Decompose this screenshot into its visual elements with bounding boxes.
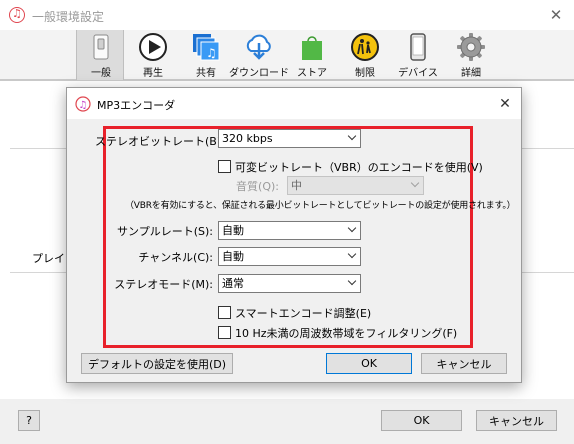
svg-text:♫: ♫: [79, 100, 88, 111]
svg-text:♫: ♫: [206, 46, 217, 60]
advanced-gear-icon: [457, 33, 485, 61]
chevron-down-icon: [347, 249, 357, 259]
use-default-settings-button[interactable]: デフォルトの設定を使用(D): [81, 353, 233, 374]
quality-select[interactable]: 中: [287, 176, 424, 195]
main-window-title: 一般環境設定: [32, 10, 105, 24]
sharing-icon: ♫: [193, 34, 220, 61]
preferences-toolbar: 一般 再生 ♫ 共有 ダウンロード ストア 制限 デバイス 詳細: [0, 30, 574, 80]
channel-select[interactable]: 自動: [218, 247, 361, 266]
chevron-down-icon: [347, 276, 357, 286]
vbr-note: （VBRを有効にすると、保証される最小ビットレートとしてビットレートの設定が使用…: [125, 201, 516, 211]
dialog-cancel-button[interactable]: キャンセル: [421, 353, 507, 374]
quality-value: 中: [291, 179, 302, 192]
channel-label: チャンネル(C):: [138, 251, 213, 264]
quality-label: 音質(Q):: [236, 180, 279, 193]
chevron-down-icon: [410, 178, 420, 188]
smart-encode-checkbox[interactable]: [218, 306, 231, 319]
main-window-titlebar: 一般環境設定 ✕: [0, 0, 574, 30]
itunes-app-icon: [9, 7, 25, 23]
vbr-checkbox[interactable]: [218, 160, 231, 173]
toolbar-tab-devices[interactable]: デバイス: [394, 30, 442, 80]
sample-rate-select[interactable]: 自動: [218, 221, 361, 240]
toolbar-label-advanced: 詳細: [461, 68, 481, 79]
store-bag-icon: [302, 36, 322, 60]
toolbar-tab-advanced[interactable]: 詳細: [447, 30, 495, 80]
stereo-mode-value: 通常: [222, 277, 244, 290]
download-cloud-icon: [246, 34, 271, 60]
toolbar-tab-sharing[interactable]: ♫ 共有: [182, 30, 230, 80]
dialog-ok-button[interactable]: OK: [326, 353, 412, 374]
stereo-bitrate-select[interactable]: 320 kbps: [218, 129, 361, 148]
dialog-close-button[interactable]: ✕: [495, 94, 515, 114]
sample-rate-label: サンプルレート(S):: [117, 225, 213, 238]
parental-restrictions-icon: [351, 33, 379, 61]
toolbar-tab-store[interactable]: ストア: [288, 30, 336, 80]
channel-value: 自動: [222, 250, 244, 263]
main-cancel-button[interactable]: キャンセル: [476, 410, 557, 431]
chevron-down-icon: [347, 223, 357, 233]
stereo-bitrate-value: 320 kbps: [222, 132, 273, 145]
stereo-mode-label: ステレオモード(M):: [114, 278, 213, 291]
filter-checkbox[interactable]: [218, 326, 231, 339]
toolbar-tab-download[interactable]: ダウンロード: [229, 30, 289, 80]
main-ok-button[interactable]: OK: [381, 410, 462, 431]
device-phone-icon: [410, 33, 426, 61]
dialog-title: MP3エンコーダ: [97, 99, 176, 112]
main-window-close-button[interactable]: ✕: [546, 5, 566, 25]
itunes-music-icon: ♫: [75, 96, 91, 112]
smart-encode-label: スマートエンコード調整(E): [235, 307, 372, 320]
help-button[interactable]: ?: [18, 410, 40, 431]
toolbar-tab-restrictions[interactable]: 制限: [341, 30, 389, 80]
stereo-bitrate-label: ステレオビットレート(B):: [95, 135, 225, 148]
toolbar-tab-general[interactable]: 一般: [76, 30, 124, 80]
chevron-down-icon: [347, 131, 357, 141]
dialog-titlebar: ♫ MP3エンコーダ ✕: [67, 88, 521, 119]
filter-label: 10 Hz未満の周波数帯域をフィルタリング(F): [235, 327, 458, 340]
vbr-label: 可変ビットレート（VBR）のエンコードを使用(V): [235, 161, 483, 174]
mp3-encoder-dialog: ♫ MP3エンコーダ ✕ ステレオビットレート(B): 320 kbps 可変ビ…: [66, 87, 522, 383]
play-icon: [139, 33, 167, 61]
sample-rate-value: 自動: [222, 224, 244, 237]
general-switch-icon: [93, 34, 109, 60]
stereo-mode-select[interactable]: 通常: [218, 274, 361, 293]
main-window-footer: ? OK キャンセル: [0, 399, 574, 444]
toolbar-divider: [0, 80, 574, 81]
toolbar-tab-playback[interactable]: 再生: [129, 30, 177, 80]
